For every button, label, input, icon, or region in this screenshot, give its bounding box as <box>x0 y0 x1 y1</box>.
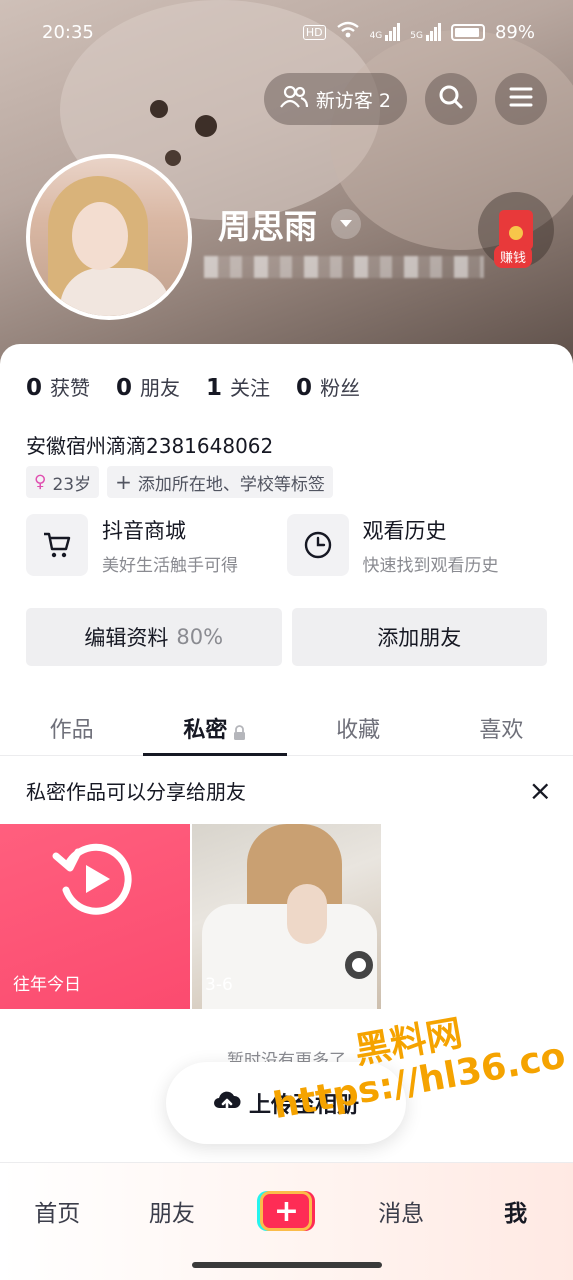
shortcuts-row: 抖音商城 美好生活触手可得 观看历史 快速找到观看历史 <box>26 514 547 576</box>
nav-me[interactable]: 我 <box>458 1194 573 1228</box>
status-bar: 20:35 HD 4G 5G 89% <box>0 0 573 64</box>
shortcut-mall-subtitle: 美好生活触手可得 <box>102 555 238 576</box>
stat-following-num: 1 <box>206 375 223 401</box>
profile-tags: ♀ 23岁 + 添加所在地、学校等标签 <box>26 466 333 498</box>
shortcut-history-subtitle: 快速找到观看历史 <box>362 555 499 576</box>
chevron-down-icon[interactable] <box>331 209 361 239</box>
search-button[interactable] <box>425 73 477 125</box>
signal-4g-icon: 4G <box>370 23 401 41</box>
profile-name: 周思雨 <box>218 207 317 246</box>
add-tag-button[interactable]: + 添加所在地、学校等标签 <box>107 466 333 498</box>
cart-icon <box>26 514 88 576</box>
search-icon <box>438 84 464 114</box>
add-tag-label: 添加所在地、学校等标签 <box>137 474 325 495</box>
status-time: 20:35 <box>42 21 94 43</box>
nav-friends[interactable]: 朋友 <box>115 1194 230 1228</box>
video-tile[interactable]: 3-6 <box>192 824 381 1009</box>
blurred-account-id <box>204 256 484 278</box>
edit-profile-button[interactable]: 编辑资料 80% <box>26 608 282 666</box>
add-friend-button[interactable]: 添加朋友 <box>291 608 547 666</box>
private-dot-icon <box>345 951 373 979</box>
tab-works[interactable]: 作品 <box>0 700 143 755</box>
profile-name-row[interactable]: 周思雨 <box>218 200 361 248</box>
cloud-upload-icon <box>213 1088 241 1118</box>
stat-friends-label: 朋友 <box>140 376 181 400</box>
red-envelope-icon <box>499 210 533 250</box>
shortcut-history[interactable]: 观看历史 快速找到观看历史 <box>286 514 548 576</box>
visitors-icon <box>279 85 308 114</box>
shortcut-mall[interactable]: 抖音商城 美好生活触手可得 <box>26 514 287 576</box>
battery-icon <box>450 23 485 41</box>
menu-button[interactable] <box>495 73 547 125</box>
profile-completion: 80% <box>176 625 224 649</box>
network-4g-label: 4G <box>369 31 383 41</box>
stat-friends[interactable]: 0 朋友 <box>116 372 180 401</box>
tab-likes-label: 喜欢 <box>479 717 524 743</box>
profile-actions: 编辑资料 80% 添加朋友 <box>26 608 547 666</box>
earn-label: 赚钱 <box>494 245 533 268</box>
signal-5g-icon: 5G <box>410 23 441 41</box>
replay-icon <box>48 834 138 928</box>
video-grid: 往年今日 3-6 <box>0 824 381 1009</box>
new-visitors-button[interactable]: 新访客 2 <box>263 73 407 125</box>
nav-home[interactable]: 首页 <box>0 1194 115 1228</box>
edit-profile-label: 编辑资料 <box>84 626 169 650</box>
age-tag: ♀ 23岁 <box>26 466 100 498</box>
stat-following[interactable]: 1 关注 <box>206 372 270 401</box>
stat-following-label: 关注 <box>230 376 271 400</box>
tab-private-label: 私密 <box>183 717 228 743</box>
stats-row: 0 获赞 0 朋友 1 关注 0 粉丝 <box>26 372 360 401</box>
profile-card: 0 获赞 0 朋友 1 关注 0 粉丝 安徽宿州滴滴2381648062 ♀ 2… <box>0 344 573 1280</box>
plus-icon: + <box>260 1191 313 1231</box>
stat-followers-num: 0 <box>296 375 313 401</box>
tab-likes[interactable]: 喜欢 <box>430 700 573 755</box>
shortcut-mall-title: 抖音商城 <box>102 518 186 543</box>
header-actions: 新访客 2 <box>263 73 547 125</box>
stat-likes-label: 获赞 <box>50 376 91 400</box>
memory-tile[interactable]: 往年今日 <box>0 824 190 1009</box>
nav-messages[interactable]: 消息 <box>344 1194 459 1228</box>
private-notice: 私密作品可以分享给朋友 × <box>26 776 556 805</box>
close-icon[interactable]: × <box>529 776 556 805</box>
stat-followers[interactable]: 0 粉丝 <box>296 372 360 401</box>
hd-label: HD <box>302 24 326 40</box>
new-visitors-label: 新访客 2 <box>315 89 391 112</box>
content-tabs: 作品 私密 收藏 喜欢 <box>0 700 573 756</box>
battery-percent: 89% <box>494 21 535 43</box>
age-label: 23岁 <box>52 474 92 495</box>
video-tile-date: 3-6 <box>205 975 233 995</box>
lock-icon <box>233 721 246 740</box>
tab-favorites-label: 收藏 <box>336 717 381 743</box>
status-icons: HD 4G 5G 89% <box>302 21 535 43</box>
private-notice-text: 私密作品可以分享给朋友 <box>26 780 246 804</box>
tab-private[interactable]: 私密 <box>143 700 287 756</box>
plus-icon: + <box>115 470 132 494</box>
home-indicator[interactable] <box>192 1262 382 1268</box>
tab-works-label: 作品 <box>49 717 94 743</box>
bottom-nav: 首页 朋友 + 消息 我 <box>0 1162 573 1280</box>
stat-likes[interactable]: 0 获赞 <box>26 372 90 401</box>
profile-bio: 安徽宿州滴滴2381648062 <box>26 434 274 458</box>
wifi-icon <box>336 21 360 43</box>
shortcut-history-title: 观看历史 <box>362 518 447 543</box>
stat-likes-num: 0 <box>26 375 43 401</box>
memory-tile-label: 往年今日 <box>13 975 81 995</box>
tab-favorites[interactable]: 收藏 <box>287 700 430 755</box>
clock-icon <box>286 514 349 576</box>
female-icon: ♀ <box>34 472 47 492</box>
stat-friends-num: 0 <box>116 375 133 401</box>
nav-create[interactable]: + <box>229 1191 344 1231</box>
add-friend-label: 添加朋友 <box>377 626 462 650</box>
watermark: 黑料网 https://hl36.co <box>264 999 568 1127</box>
stat-followers-label: 粉丝 <box>320 376 361 400</box>
network-5g-label: 5G <box>410 31 423 41</box>
avatar[interactable] <box>26 154 192 320</box>
menu-icon <box>509 86 533 112</box>
